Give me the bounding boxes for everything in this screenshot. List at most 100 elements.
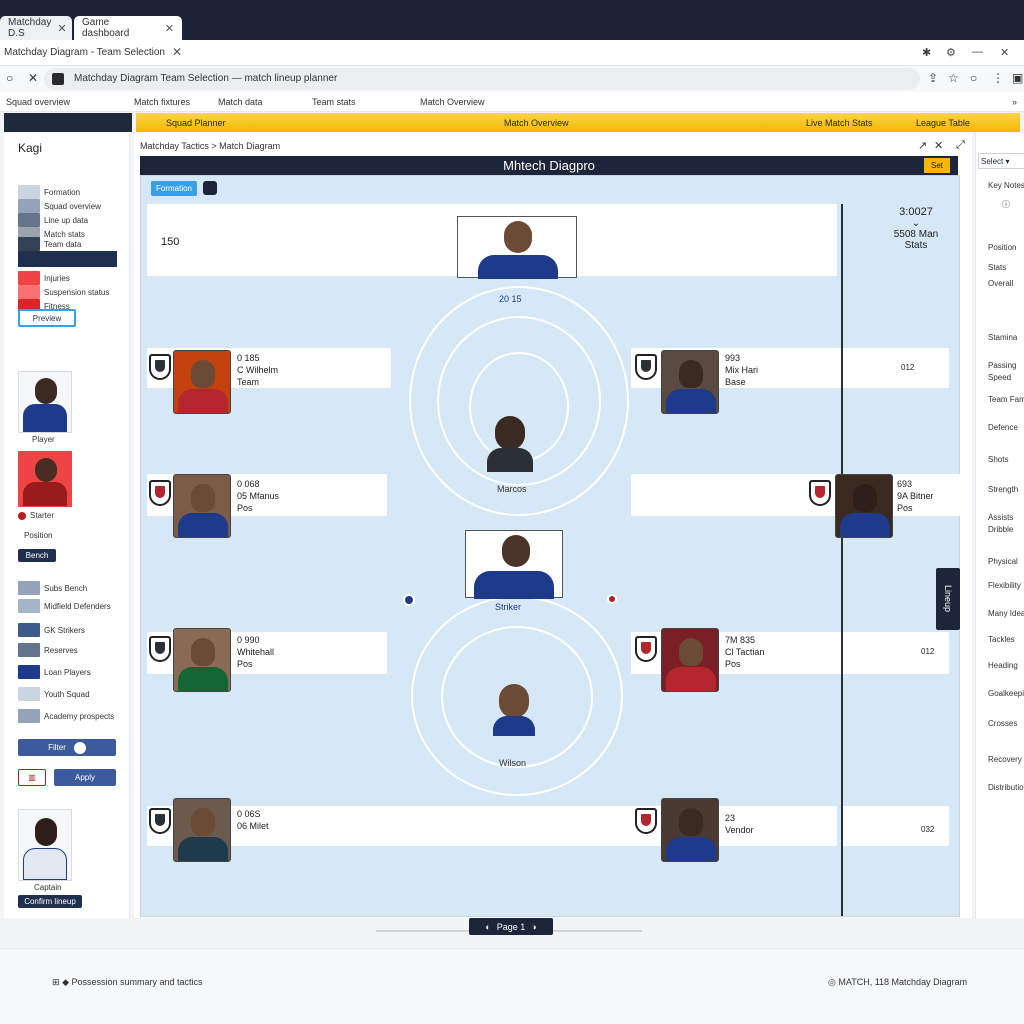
header-tag-right-2[interactable]: League Table bbox=[916, 118, 970, 128]
player-card-thumb[interactable] bbox=[18, 371, 72, 433]
next-icon[interactable]: ◑ bbox=[531, 922, 536, 932]
prev-icon[interactable]: ◐ bbox=[485, 922, 490, 932]
player-kit-icon bbox=[178, 667, 228, 691]
right-item[interactable]: Strength bbox=[988, 485, 1018, 494]
browser-tab-2[interactable]: Game dashboard ✕ bbox=[74, 16, 182, 40]
chevron-down-icon[interactable]: ⌄ bbox=[874, 218, 958, 229]
bookmark-item[interactable]: Match Overview bbox=[420, 97, 485, 107]
expand-icon[interactable]: ⤢ bbox=[956, 139, 965, 152]
filter-toggle[interactable]: Filter bbox=[18, 739, 116, 756]
lineup-side-tab[interactable]: Lineup bbox=[936, 568, 960, 630]
minimize-icon[interactable]: — bbox=[972, 46, 983, 58]
globe-icon[interactable]: ◎ bbox=[828, 977, 836, 987]
close-icon[interactable]: ✕ bbox=[172, 45, 182, 59]
bench-pill[interactable]: Bench bbox=[18, 549, 56, 562]
bookmark-item[interactable]: Squad overview bbox=[6, 97, 70, 107]
bookmark-item[interactable]: Match fixtures bbox=[134, 97, 190, 107]
flag-icon[interactable]: ▥ bbox=[18, 769, 46, 786]
right-item[interactable]: Shots bbox=[988, 455, 1008, 464]
right-item[interactable]: Dribble bbox=[988, 525, 1013, 534]
grid-icon[interactable]: ⊞ bbox=[52, 977, 60, 987]
right-item[interactable]: Tackles bbox=[988, 635, 1015, 644]
more-bookmarks-icon[interactable]: » bbox=[1012, 97, 1017, 107]
subs-item[interactable]: GK Strikers bbox=[18, 623, 85, 637]
right-item[interactable]: Key Notes bbox=[988, 181, 1024, 190]
player-card[interactable] bbox=[173, 474, 231, 538]
sidebar-item[interactable]: Team data bbox=[18, 237, 81, 251]
close-window-icon[interactable]: ✕ bbox=[1000, 46, 1009, 59]
close-icon[interactable]: ✕ bbox=[934, 139, 943, 152]
subs-item[interactable]: Academy prospects bbox=[18, 709, 114, 723]
right-item[interactable]: Stats bbox=[988, 263, 1006, 272]
player-card[interactable] bbox=[173, 798, 231, 862]
bookmark-icon[interactable]: ☆ bbox=[948, 71, 959, 85]
sidebar-item[interactable]: Formation bbox=[18, 185, 80, 199]
right-item[interactable]: Crosses bbox=[988, 719, 1017, 728]
pin-icon[interactable]: ↗ bbox=[918, 139, 927, 152]
reload-icon[interactable]: ○ bbox=[6, 71, 13, 85]
right-item[interactable]: Position bbox=[988, 243, 1016, 252]
confirm-lineup-button[interactable]: Confirm lineup bbox=[18, 895, 82, 908]
sidebar-item[interactable]: Line up data bbox=[18, 213, 88, 227]
player-card[interactable] bbox=[661, 798, 719, 862]
marker-icon[interactable] bbox=[403, 594, 415, 606]
marker-icon[interactable] bbox=[607, 594, 617, 604]
stop-icon[interactable]: ✕ bbox=[28, 71, 38, 85]
profile-icon[interactable]: ○ bbox=[970, 71, 977, 85]
bookmark-item[interactable]: Team stats bbox=[312, 97, 356, 107]
centre-player-frame[interactable] bbox=[457, 216, 577, 279]
subs-item[interactable]: Midfield Defenders bbox=[18, 599, 111, 613]
right-item[interactable]: Overall bbox=[988, 279, 1013, 288]
right-item[interactable]: Physical bbox=[988, 557, 1018, 566]
right-item[interactable]: Heading bbox=[988, 661, 1018, 670]
player-card-thumb[interactable] bbox=[18, 809, 72, 881]
close-icon[interactable]: ✕ bbox=[165, 22, 174, 35]
right-item[interactable]: Flexibility bbox=[988, 581, 1021, 590]
pager[interactable]: ◐ Page 1 ◑ bbox=[469, 918, 553, 935]
alert-item[interactable]: Suspension status bbox=[18, 285, 109, 299]
header-tag-right-1[interactable]: Live Match Stats bbox=[806, 118, 873, 128]
right-item[interactable]: Stamina bbox=[988, 333, 1017, 342]
subs-item[interactable]: Loan Players bbox=[18, 665, 91, 679]
player-card[interactable] bbox=[173, 350, 231, 414]
player-card[interactable] bbox=[661, 628, 719, 692]
formation-button[interactable]: Formation bbox=[151, 181, 197, 196]
header-tag-center[interactable]: Match Overview bbox=[504, 118, 569, 128]
menu-icon[interactable]: ⋮ bbox=[992, 71, 1004, 85]
subs-item[interactable]: Subs Bench bbox=[18, 581, 87, 595]
close-icon[interactable]: ✕ bbox=[57, 22, 66, 35]
alert-item[interactable]: Injuries bbox=[18, 271, 70, 285]
player-card[interactable] bbox=[835, 474, 893, 538]
right-item[interactable]: Defence bbox=[988, 423, 1018, 432]
right-item[interactable]: Speed bbox=[988, 373, 1011, 382]
extension-icon[interactable]: ✱ bbox=[922, 46, 931, 59]
selected-item-bar[interactable] bbox=[18, 251, 117, 267]
player-card[interactable] bbox=[661, 350, 719, 414]
right-item[interactable]: Team Fame bbox=[988, 395, 1024, 404]
subs-item[interactable]: Reserves bbox=[18, 643, 78, 657]
preview-button[interactable]: Preview bbox=[18, 309, 76, 327]
right-item[interactable]: Assists bbox=[988, 513, 1013, 522]
right-item[interactable]: Goalkeeping bbox=[988, 689, 1024, 698]
set-button[interactable]: Set bbox=[924, 158, 950, 173]
extensions-icon[interactable]: ▣ bbox=[1012, 71, 1023, 85]
centre-player-frame[interactable] bbox=[465, 530, 563, 599]
browser-tab-1[interactable]: Matchday D.S ✕ bbox=[0, 16, 72, 40]
sidebar-item[interactable]: Squad overview bbox=[18, 199, 101, 213]
header-tag-left[interactable]: Squad Planner bbox=[166, 118, 226, 128]
info-icon[interactable]: ⓘ bbox=[1002, 199, 1010, 210]
player-card-thumb[interactable] bbox=[18, 451, 72, 507]
bookmark-item[interactable]: Match data bbox=[218, 97, 263, 107]
settings-icon[interactable]: ⚙ bbox=[946, 46, 956, 59]
right-item[interactable]: Passing bbox=[988, 361, 1016, 370]
right-item[interactable]: Many Ideas bbox=[988, 609, 1024, 618]
apply-button[interactable]: Apply bbox=[54, 769, 116, 786]
address-bar[interactable]: Matchday Diagram Team Selection — match … bbox=[44, 68, 920, 90]
tag-icon[interactable]: ◆ bbox=[62, 977, 69, 987]
select-dropdown[interactable]: Select ▾ bbox=[978, 153, 1024, 169]
share-icon[interactable]: ⇪ bbox=[928, 71, 938, 85]
player-card[interactable] bbox=[173, 628, 231, 692]
subs-item[interactable]: Youth Squad bbox=[18, 687, 90, 701]
right-item[interactable]: Distribution bbox=[988, 783, 1024, 792]
right-item[interactable]: Recovery bbox=[988, 755, 1022, 764]
